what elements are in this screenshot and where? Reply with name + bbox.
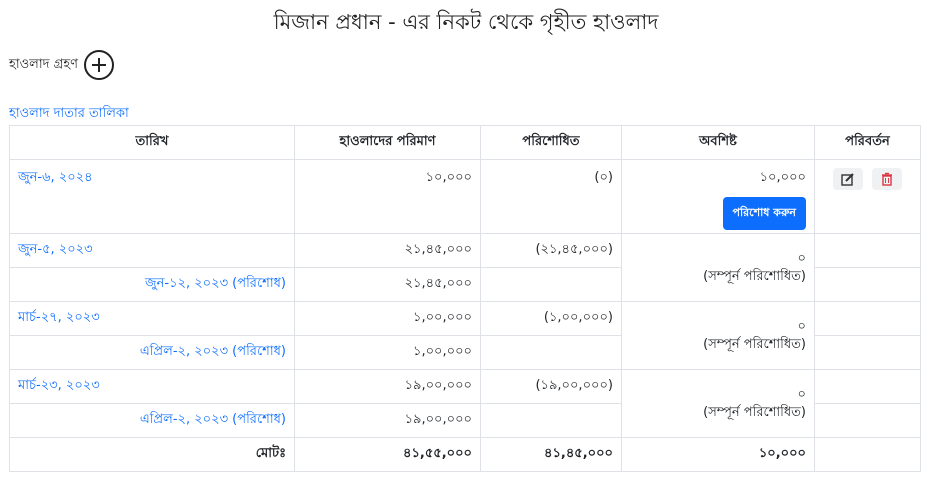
loan-date-link[interactable]: মার্চ-২৭, ২০২৩ [18,310,100,325]
loan-actions [814,369,921,404]
payment-date: এপ্রিল-২, ২০২৩ (পরিশোধ) [9,335,295,370]
loan-paid: (১,০০,০০০) [480,301,622,336]
loan-remaining-cell: ০ (সম্পূর্ন পরিশোধিত) [621,369,815,438]
loan-actions [814,233,921,268]
total-paid: ৪১,৪৫,০০০ [480,437,622,472]
payment-amount: ১,০০,০০০ [294,335,481,370]
payment-paid [480,403,622,438]
loan-date: মার্চ-২৩, ২০২৩ [9,369,295,404]
loan-date: মার্চ-২৭, ২০২৩ [9,301,295,336]
add-loan-label: হাওলাদ গ্রহণ [9,56,79,72]
loan-status: (সম্পূর্ন পরিশোধিত) [703,268,806,284]
loan-amount: ১,০০,০০০ [294,301,481,336]
table-header-row: তারিখ হাওলাদের পরিমাণ পরিশোধিত অবশিষ্ট প… [9,125,921,160]
payment-date: জুন-১২, ২০২৩ (পরিশোধ) [9,267,295,302]
add-loan-row: হাওলাদ গ্রহণ [9,50,115,80]
total-amount: ৪১,৫৫,০০০ [294,437,481,472]
header-amount: হাওলাদের পরিমাণ [294,125,481,160]
edit-icon[interactable] [833,168,864,190]
payment-date-link[interactable]: এপ্রিল-২, ২০২৩ (পরিশোধ) [140,344,286,359]
loan-actions [814,301,921,336]
loan-date: জুন-৫, ২০২৩ [9,233,295,268]
loan-status: (সম্পূর্ন পরিশোধিত) [703,404,806,420]
loan-paid: (২১,৪৫,০০০) [480,233,622,268]
loan-remaining-cell: ১০,০০০ পরিশোধ করুন [621,159,815,234]
loan-status: (সম্পূর্ন পরিশোধিত) [703,336,806,352]
loan-date-link[interactable]: মার্চ-২৩, ২০২৩ [18,378,100,393]
total-label: মোটঃ [9,437,295,472]
total-actions [814,437,921,472]
loan-paid: (০) [480,159,622,234]
loan-remaining: ০ [797,386,806,402]
payment-actions [814,267,921,302]
loan-paid: (১৯,০০,০০০) [480,369,622,404]
loan-date-link[interactable]: জুন-৬, ২০২৪ [18,170,93,185]
header-actions: পরিবর্তন [814,125,921,160]
header-date: তারিখ [9,125,295,160]
table-row: জুন-৬, ২০২৪ ১০,০০০ (০) ১০,০০০ পরিশোধ করু… [9,159,921,234]
table-row: জুন-৫, ২০২৩ ২১,৪৫,০০০ (২১,৪৫,০০০) ০ (সম্… [9,233,921,302]
loan-actions [814,159,921,234]
payment-paid [480,267,622,302]
loan-date-link[interactable]: জুন-৫, ২০২৩ [18,242,93,257]
total-remaining: ১০,০০০ [621,437,815,472]
loan-remaining: ১০,০০০ [759,170,806,185]
table-row: মার্চ-২৭, ২০২৩ ১,০০,০০০ (১,০০,০০০) ০ (সম… [9,301,921,370]
loan-amount: ১০,০০০ [294,159,481,234]
payment-amount: ২১,৪৫,০০০ [294,267,481,302]
header-remaining: অবশিষ্ট [621,125,815,160]
loan-remaining: ০ [797,318,806,334]
loan-remaining-cell: ০ (সম্পূর্ন পরিশোধিত) [621,301,815,370]
payment-actions [814,403,921,438]
loan-amount: ১৯,০০,০০০ [294,369,481,404]
page-title: মিজান প্রধান - এর নিকট থেকে গৃহীত হাওলাদ [273,10,659,34]
table-row: মার্চ-২৩, ২০২৩ ১৯,০০,০০০ (১৯,০০,০০০) ০ (… [9,369,921,438]
trash-icon[interactable] [871,168,902,190]
payment-date-link[interactable]: জুন-১২, ২০২৩ (পরিশোধ) [145,276,286,291]
pay-button[interactable]: পরিশোধ করুন [722,197,806,230]
total-row: মোটঃ ৪১,৫৫,০০০ ৪১,৪৫,০০০ ১০,০০০ [9,437,921,472]
loan-table: তারিখ হাওলাদের পরিমাণ পরিশোধিত অবশিষ্ট প… [9,125,921,472]
lender-list-link[interactable]: হাওলাদ দাতার তালিকা [9,104,129,125]
plus-circle-icon[interactable] [84,50,115,80]
loan-remaining-cell: ০ (সম্পূর্ন পরিশোধিত) [621,233,815,302]
loan-amount: ২১,৪৫,০০০ [294,233,481,268]
payment-amount: ১৯,০০,০০০ [294,403,481,438]
loan-date: জুন-৬, ২০২৪ [9,159,295,234]
payment-actions [814,335,921,370]
payment-paid [480,335,622,370]
payment-date: এপ্রিল-২, ২০২৩ (পরিশোধ) [9,403,295,438]
payment-date-link[interactable]: এপ্রিল-২, ২০২৩ (পরিশোধ) [140,412,286,427]
loan-remaining: ০ [797,250,806,266]
header-paid: পরিশোধিত [480,125,622,160]
